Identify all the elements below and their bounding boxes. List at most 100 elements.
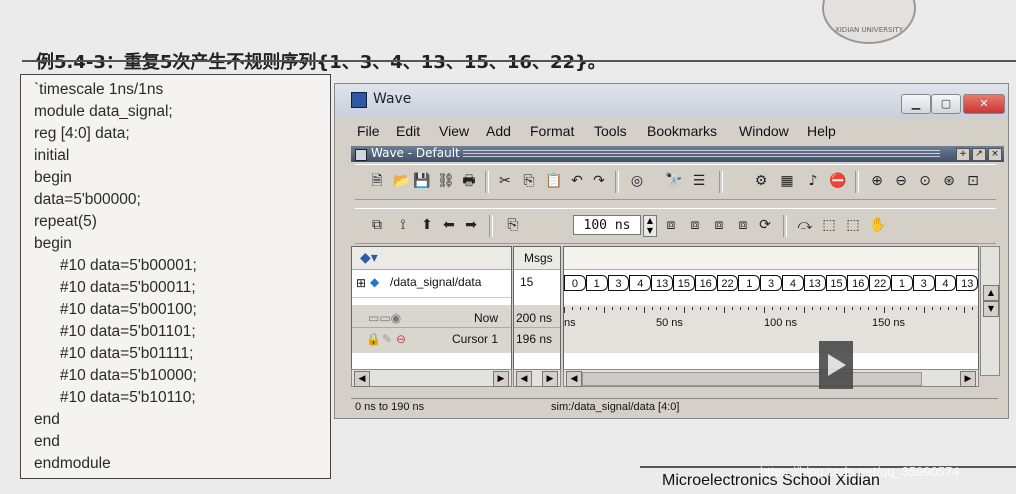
step-icon[interactable]: ⟟ (395, 217, 411, 233)
menu-window[interactable]: Window (739, 123, 789, 139)
signal-type-dropdown-icon[interactable]: ◆▾ (360, 250, 378, 266)
scroll-right-icon[interactable]: ▶ (542, 371, 558, 387)
cursor-edit-icon[interactable]: ✎ (382, 332, 392, 346)
zoom-in-icon[interactable]: ⊕ (869, 173, 885, 189)
wave-vertical-scrollbar[interactable]: ▲ ▼ (980, 246, 1000, 376)
back-arrow-icon[interactable]: ⬅ (441, 217, 457, 233)
waveform-hscroll[interactable]: ◀ ▶ (563, 369, 979, 387)
maximize-button[interactable]: ▢ (931, 94, 961, 114)
bus-value-segment: 3 (912, 275, 935, 291)
zoom-range-icon[interactable]: ⊡ (965, 173, 981, 189)
values-hscroll[interactable]: ◀ ▶ (513, 369, 561, 387)
expand-icon[interactable]: ⊞ (356, 276, 366, 290)
compile-all-icon[interactable]: ▦ (779, 173, 795, 189)
up-arrow-icon[interactable]: ⬆ (419, 217, 435, 233)
signal-row[interactable]: ⊞ ◆ /data_signal/data (352, 271, 511, 298)
print-icon[interactable]: 🖶 (461, 173, 477, 189)
undo-icon[interactable]: ↶ (569, 173, 585, 189)
run-length-input[interactable]: 100 ns (573, 215, 641, 235)
copy-icon[interactable]: ⎘ (521, 173, 537, 189)
waveform-pane[interactable]: 0 1 3 4 13 15 16 22 1 3 4 13 15 16 22 1 3 4 13 ns 50 ns 100 … (563, 246, 979, 376)
scroll-right-icon[interactable]: ▶ (960, 371, 976, 387)
scroll-left-icon[interactable]: ◀ (516, 371, 532, 387)
list-icon[interactable]: ☰ (691, 173, 707, 189)
scroll-thumb[interactable] (582, 372, 922, 386)
subwindow-icon (355, 149, 367, 161)
menu-edit[interactable]: Edit (396, 123, 420, 139)
subwindow-title: Wave - Default (371, 146, 460, 160)
run-all-icon[interactable]: ⧈ (711, 217, 727, 233)
simulate-icon[interactable]: ♪ (805, 173, 821, 189)
signal-name[interactable]: /data_signal/data (390, 275, 481, 289)
menu-help[interactable]: Help (807, 123, 836, 139)
run-length-spinner[interactable]: ▲ ▼ (643, 215, 657, 237)
zoom-cursor-icon[interactable]: ⊛ (941, 173, 957, 189)
close-button[interactable]: ✕ (963, 94, 1005, 114)
wave-subwindow-titlebar[interactable]: Wave - Default + ↗ × (351, 146, 1004, 162)
run-status-icon[interactable]: ◎ (629, 173, 645, 189)
cut-icon[interactable]: ✂ (497, 173, 513, 189)
menu-bookmarks[interactable]: Bookmarks (647, 123, 717, 139)
timeline-tick (700, 307, 701, 310)
names-hscroll[interactable]: ◀ ▶ (351, 369, 512, 387)
subwindow-close-icon[interactable]: × (988, 148, 1002, 161)
subwindow-dock-icon[interactable]: + (956, 148, 970, 161)
menu-view[interactable]: View (439, 123, 469, 139)
menu-add[interactable]: Add (486, 123, 511, 139)
hierarchy-icon[interactable]: ⧉ (369, 217, 385, 233)
hand-icon[interactable]: ✋ (869, 217, 886, 233)
scroll-down-icon[interactable]: ▼ (983, 301, 999, 317)
code-line: data=5'b00000; (34, 191, 141, 208)
timeline-tick (764, 307, 765, 313)
continue-icon[interactable]: ⧈ (687, 217, 703, 233)
break-icon[interactable]: ⛔ (829, 173, 846, 189)
forward-arrow-icon[interactable]: ➡ (463, 217, 479, 233)
run-length-icon[interactable]: ⎘ (505, 217, 521, 233)
scroll-up-icon[interactable]: ▲ (983, 285, 999, 301)
timeline-tick (892, 307, 893, 310)
menu-tools[interactable]: Tools (594, 123, 627, 139)
bus-value-segment: 0 (564, 275, 586, 291)
compile-icon[interactable]: ⚙ (753, 173, 769, 189)
scroll-left-icon[interactable]: ◀ (566, 371, 582, 387)
redo-icon[interactable]: ↷ (591, 173, 607, 189)
wave-titlebar[interactable]: Wave ▁ ▢ ✕ (335, 84, 1008, 119)
signal-name-pane: ◆▾ ⊞ ◆ /data_signal/data ▭▭◉ Now 🔒 ✎ ⊖ C… (351, 246, 512, 376)
zoom-full-icon[interactable]: ⊙ (917, 173, 933, 189)
names-header: ◆▾ (352, 247, 511, 270)
timeline-tick (636, 307, 637, 310)
minimize-button[interactable]: ▁ (901, 94, 931, 114)
cursor-delete-icon[interactable]: ⊖ (396, 332, 406, 346)
open-folder-icon[interactable]: 📂 (393, 173, 410, 189)
step-over-icon[interactable]: ⤼ (797, 217, 813, 233)
timeline-tick (932, 307, 933, 310)
timeline-tick (668, 307, 669, 310)
link-icon[interactable]: ⛓ (437, 173, 455, 189)
bus-waveform[interactable]: 0 1 3 4 13 15 16 22 1 3 4 13 15 16 22 1 3 4 13 (564, 275, 978, 293)
cursor-label: Cursor 1 (452, 332, 499, 346)
code-line: reg [4:0] data; (34, 125, 130, 142)
status-signal-path: sim:/data_signal/data [4:0] (551, 401, 680, 413)
video-play-button[interactable] (819, 341, 853, 389)
scroll-right-icon[interactable]: ▶ (493, 371, 509, 387)
new-file-icon[interactable]: 🗎 (369, 173, 385, 189)
menu-format[interactable]: Format (530, 123, 574, 139)
subwindow-undock-icon[interactable]: ↗ (972, 148, 986, 161)
signal-diamond-icon: ◆ (370, 275, 380, 289)
restart-icon[interactable]: ⟳ (757, 217, 773, 233)
drag-grip[interactable] (463, 150, 940, 158)
timeline-tick (884, 307, 885, 313)
save-icon[interactable]: 💾 (413, 173, 430, 189)
scroll-left-icon[interactable]: ◀ (354, 371, 370, 387)
zoom-out-icon[interactable]: ⊖ (893, 173, 909, 189)
step-out-icon[interactable]: ⬚ (845, 217, 861, 233)
find-icon[interactable]: 🔭 (665, 173, 682, 189)
paste-icon[interactable]: 📋 (545, 173, 562, 189)
break-sim-icon[interactable]: ⧈ (735, 217, 751, 233)
run-icon[interactable]: ⧈ (663, 217, 679, 233)
cursor-lock-icon[interactable]: 🔒 (366, 332, 381, 346)
step-into-icon[interactable]: ⬚ (821, 217, 837, 233)
timeline-tick (732, 307, 733, 310)
bus-value-segment: 13 (651, 275, 673, 291)
menu-file[interactable]: File (357, 123, 380, 139)
